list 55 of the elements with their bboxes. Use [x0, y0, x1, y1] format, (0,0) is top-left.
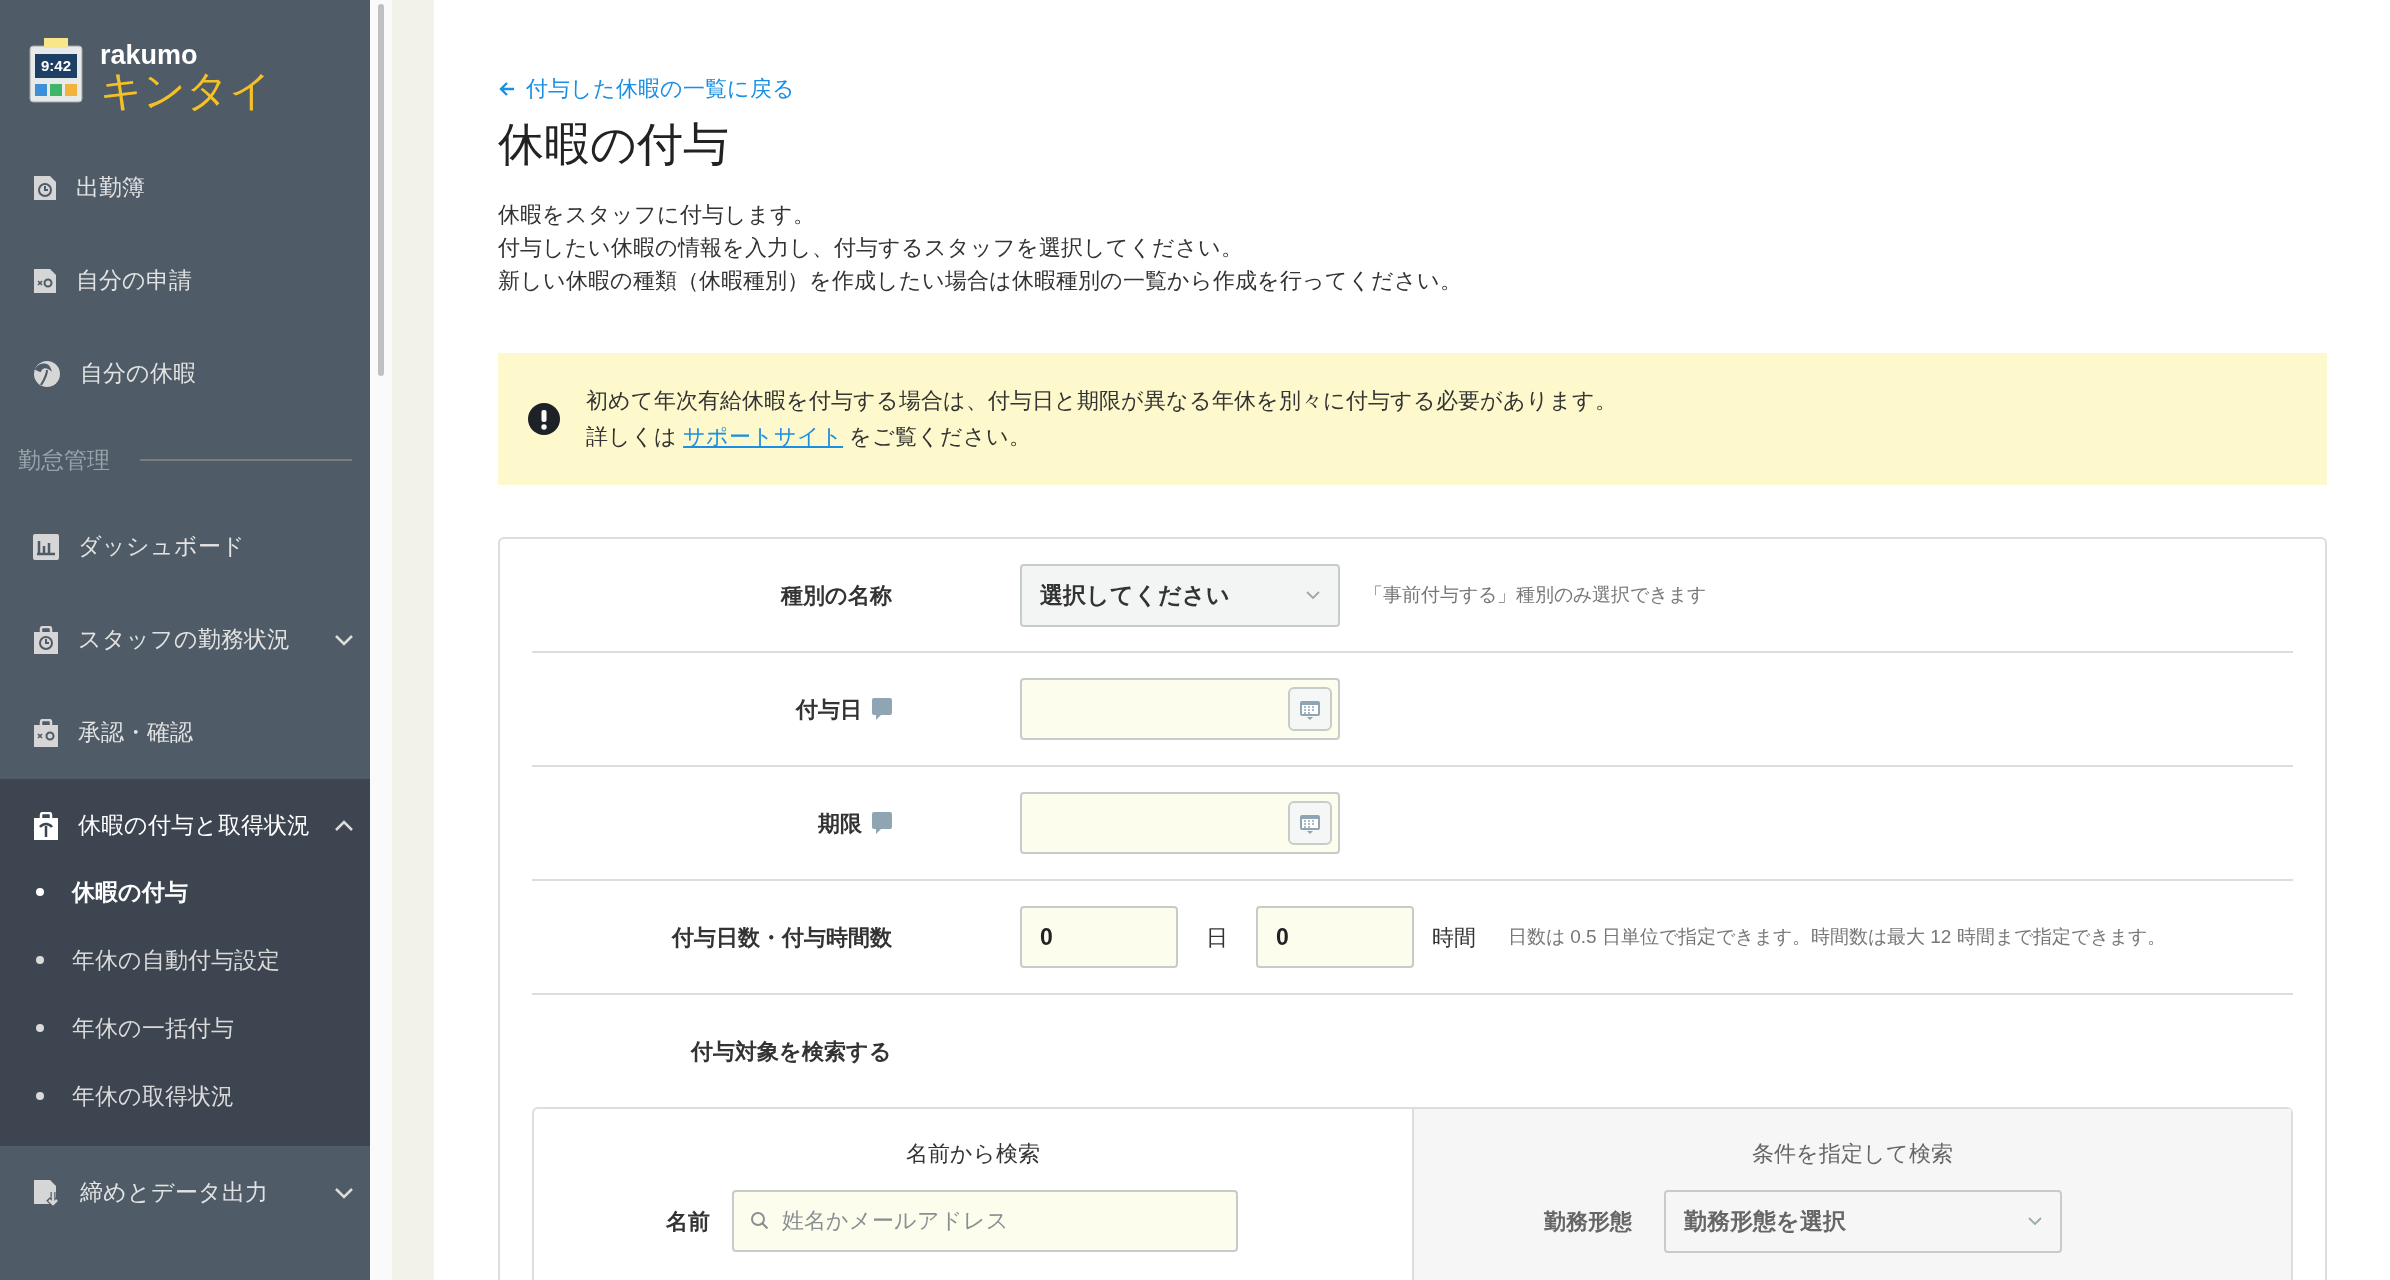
date-field[interactable]: [1020, 678, 1340, 741]
back-link[interactable]: 付与した休暇の一覧に戻る: [498, 72, 795, 105]
submenu-item[interactable]: 年休の一括付与: [0, 994, 370, 1062]
sidebar-item[interactable]: 締めとデータ出力: [0, 1146, 370, 1239]
page-title: 休暇の付与: [498, 117, 730, 172]
sidebar-item[interactable]: スタッフの勤務状況: [0, 593, 370, 686]
support-link[interactable]: サポートサイト: [683, 424, 844, 450]
calendar-button[interactable]: [1288, 687, 1332, 732]
hint-text: 「事前付与する」種別のみ選択できます: [1364, 582, 1706, 607]
clock-document-icon: [32, 173, 58, 202]
sidebar-item[interactable]: 承認・確認: [0, 686, 370, 779]
section-heading: 勤怠管理: [18, 445, 110, 475]
field-label: 付与日: [796, 695, 862, 724]
search-tab[interactable]: 名前から検索: [534, 1137, 1412, 1171]
brand-name: rakumo: [100, 42, 199, 69]
back-arrow-icon: [498, 79, 516, 98]
select-field[interactable]: 選択してください: [1020, 563, 1340, 627]
sidebar-item[interactable]: 出勤簿: [0, 141, 370, 234]
section-label: 付与対象を検索する: [691, 1037, 892, 1066]
field-label: 期限: [818, 809, 862, 838]
description-text: 新しい休暇の種類（休暇種別）を作成したい場合は休暇種別の一覧から作成を行ってください。: [498, 267, 1463, 296]
clipboard-clock-icon: [32, 625, 60, 654]
search-field[interactable]: 姓名かメールアドレス: [732, 1190, 1238, 1253]
number-field[interactable]: 0: [1256, 906, 1414, 969]
submenu-item[interactable]: 年休の自動付与設定: [0, 926, 370, 994]
palm-clipboard-icon: [32, 811, 60, 840]
exclamation-icon: [528, 403, 560, 436]
unit-label: 日: [1206, 923, 1228, 952]
date-field[interactable]: [1020, 792, 1340, 855]
caret-icon: [1306, 590, 1320, 600]
sidebar-item[interactable]: 自分の申請: [0, 234, 370, 327]
document-icon: [32, 266, 58, 295]
sidebar-item[interactable]: ダッシュボード: [0, 500, 370, 593]
scrollbar[interactable]: [378, 4, 384, 376]
caret-icon: [2027, 1217, 2042, 1227]
time-clock-logo: 9:42: [28, 38, 84, 104]
sidebar-item[interactable]: 自分の休暇: [0, 327, 370, 420]
description-text: 休暇をスタッフに付与します。: [498, 201, 816, 230]
unit-label: 時間: [1432, 923, 1476, 952]
description-text: 付与したい休暇の情報を入力し、付与するスタッフを選択してください。: [498, 234, 1244, 263]
clipboard-icon: [32, 718, 60, 747]
select-field[interactable]: 勤務形態を選択: [1663, 1190, 2062, 1254]
number-field[interactable]: 0: [1020, 906, 1178, 969]
alert-detail: 詳しくは サポートサイト をご覧ください。: [586, 423, 1033, 452]
search-tab[interactable]: 条件を指定して検索: [1413, 1137, 2291, 1171]
chart-icon: [32, 532, 60, 561]
field-label: 名前: [666, 1207, 710, 1236]
product-name: キンタイ: [100, 69, 272, 114]
hint-text: 日数は 0.5 日単位で指定できます。時間数は最大 12 時間まで指定できます。: [1508, 924, 2166, 949]
calendar-button[interactable]: [1288, 801, 1332, 846]
field-label: 勤務形態: [1543, 1208, 1632, 1237]
field-label: 種別の名称: [781, 581, 892, 610]
alert-message: 初めて年次有給休暇を付与する場合は、付与日と期限が異なる年休を別々に付与する必要があります。: [586, 387, 1617, 416]
field-label: 付与日数・付与時間数: [672, 923, 892, 952]
submenu-item[interactable]: 年休の取得状況: [0, 1062, 370, 1130]
